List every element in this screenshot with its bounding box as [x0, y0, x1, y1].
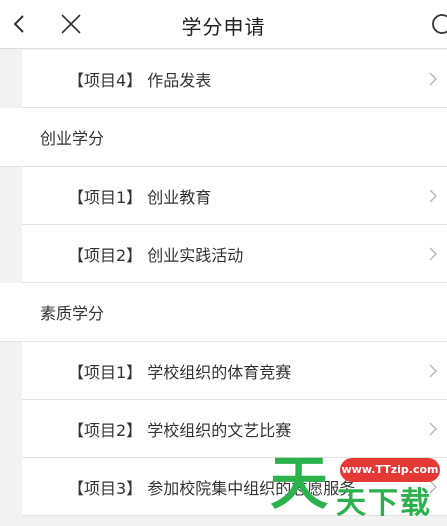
more-options-icon[interactable]	[430, 12, 447, 36]
list-item-entrepreneurship-practice[interactable]: 【项目2】 创业实践活动	[22, 225, 447, 283]
list-item-works-publication[interactable]: 【项目4】 作品发表	[22, 50, 447, 108]
watermark-url-badge: www.TTzip.com	[340, 458, 440, 482]
page-title: 学分申请	[181, 15, 266, 39]
chevron-right-icon	[429, 421, 438, 436]
list-item-label: 【项目2】 学校组织的文艺比赛	[68, 420, 292, 440]
section-header-quality-credits: 素质学分	[0, 283, 447, 342]
list-item-label: 【项目2】 创业实践活动	[68, 245, 244, 265]
list-item-label: 【项目1】 创业教育	[68, 187, 212, 207]
chevron-right-icon	[429, 188, 438, 203]
section-header-entrepreneurship-credits: 创业学分	[0, 108, 447, 167]
list-item-label: 【项目4】 作品发表	[68, 70, 212, 90]
list-item-entrepreneurship-education[interactable]: 【项目1】 创业教育	[22, 167, 447, 225]
chevron-right-icon	[429, 246, 438, 261]
top-navigation-bar: 学分申请	[0, 0, 447, 49]
site-watermark-logo: 天 www.TTzip.com 天下载	[270, 440, 447, 526]
list-item-sports-competition[interactable]: 【项目1】 学校组织的体育竞赛	[22, 342, 447, 400]
chevron-right-icon	[429, 363, 438, 378]
section-label: 素质学分	[40, 304, 105, 323]
section-label: 创业学分	[40, 129, 105, 148]
chevron-right-icon	[429, 71, 438, 86]
watermark-text: 天下载	[336, 486, 432, 521]
watermark-big-char: 天	[270, 449, 329, 517]
list-item-label: 【项目1】 学校组织的体育竞赛	[68, 362, 292, 382]
